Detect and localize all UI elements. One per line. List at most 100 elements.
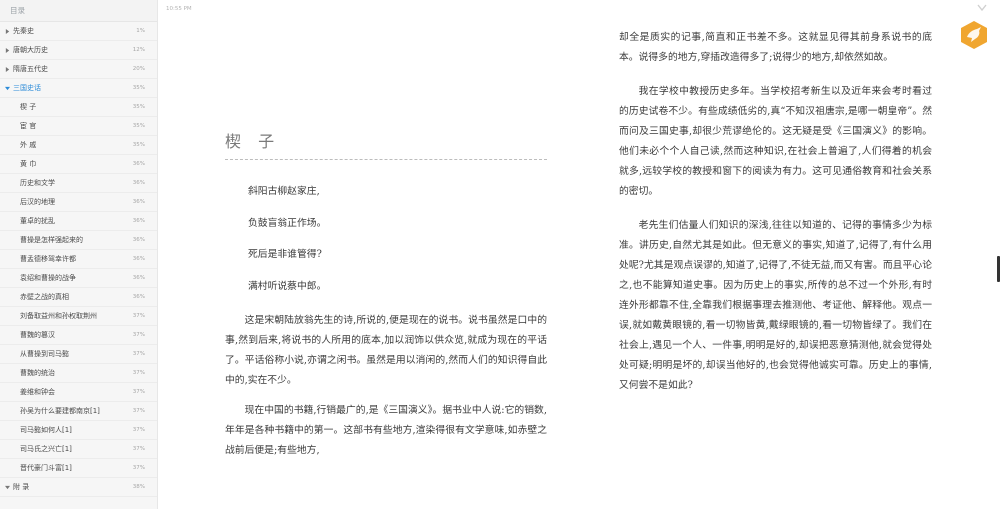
toc-sidebar: 目录 先秦史 1% 唐朝大历史 12% 隋唐五代史 20% 三国史话 35% 楔 子 35% 宦 官… — [0, 0, 158, 509]
toc-item-progress: 20% — [132, 66, 145, 72]
bird-book-icon[interactable] — [960, 20, 988, 50]
toc-item-progress: 36% — [132, 237, 145, 243]
toc-item-label: 姜维和钟会 — [20, 388, 55, 396]
toc-item-progress: 37% — [132, 313, 145, 319]
toc-item-label: 袁绍和曹操的战争 — [20, 274, 76, 282]
toc-item[interactable]: 孙吴为什么要建都南京[1] 37% — [0, 402, 157, 421]
toc-item[interactable]: 楔 子 35% — [0, 98, 157, 117]
caret-right-icon[interactable] — [3, 47, 11, 53]
toc-item[interactable]: 董卓的扰乱 36% — [0, 212, 157, 231]
toc-item[interactable]: 姜维和钟会 37% — [0, 383, 157, 402]
toc-item[interactable]: 晋代豪门斗富[1] 37% — [0, 459, 157, 478]
toc-item-label: 曹孟德移驾幸许都 — [20, 255, 76, 263]
toc-item-label: 刘备取益州和孙权取荆州 — [20, 312, 97, 320]
poem: 斜阳古柳赵家庄, 负鼓盲翁正作场。 死后是非谁管得? 满村听说蔡中郎。 — [225, 183, 547, 309]
toc-item-progress: 37% — [132, 408, 145, 414]
toc-item-label: 董卓的扰乱 — [20, 217, 55, 225]
toc-item-label: 赤壁之战的真相 — [20, 293, 69, 301]
toc-item-label: 后汉的地理 — [20, 198, 55, 206]
toc-item[interactable]: 曹操是怎样强起来的 36% — [0, 231, 157, 250]
toc-item[interactable]: 后汉的地理 36% — [0, 193, 157, 212]
toc-item[interactable]: 曹魏的统治 37% — [0, 364, 157, 383]
toc-item[interactable]: 曹魏的篡汉 37% — [0, 326, 157, 345]
chapter-title: 楔 子 — [225, 128, 547, 160]
body-paragraph: 现在中国的书籍,行销最广的,是《三国演义》。据书业中人说:它的销数,年年是各种书… — [225, 405, 547, 456]
toc-item[interactable]: 曹孟德移驾幸许都 36% — [0, 250, 157, 269]
toc-item[interactable]: 附 录 38% — [0, 478, 157, 497]
toc-item[interactable]: 黄 巾 36% — [0, 155, 157, 174]
toc-item-label: 隋唐五代史 — [13, 65, 48, 73]
toc-item-progress: 37% — [132, 351, 145, 357]
poem-line: 死后是非谁管得? — [248, 249, 322, 260]
body-paragraph: 却全是质实的记事,简直和正书差不多。这就显见得其前身系说书的底本。说得多的地方,… — [619, 32, 932, 63]
toc-item-progress: 37% — [132, 332, 145, 338]
toc-item-label: 唐朝大历史 — [13, 46, 48, 54]
toc-item-progress: 36% — [132, 294, 145, 300]
toc-item-label: 三国史话 — [13, 84, 41, 92]
toc-item[interactable]: 司马懿如何人[1] 37% — [0, 421, 157, 440]
toc-item[interactable]: 司马氏之兴亡[1] 37% — [0, 440, 157, 459]
left-page: 楔 子 斜阳古柳赵家庄, 负鼓盲翁正作场。 死后是非谁管得? 满村听说蔡中郎。 … — [225, 128, 547, 461]
toc-item-progress: 12% — [132, 47, 145, 53]
toc-item[interactable]: 外 戚 35% — [0, 136, 157, 155]
toc-item-progress: 36% — [132, 161, 145, 167]
toc-item-label: 黄 巾 — [20, 160, 37, 168]
toc-item-label: 司马氏之兴亡[1] — [20, 445, 72, 453]
toc-item-progress: 37% — [132, 446, 145, 452]
right-page: 却全是质实的记事,简直和正书差不多。这就显见得其前身系说书的底本。说得多的地方,… — [619, 28, 932, 396]
toc-item-label: 外 戚 — [20, 141, 37, 149]
toc-item-label: 楔 子 — [20, 103, 37, 111]
toc-item-label: 历史和文学 — [20, 179, 55, 187]
toc-item-label: 先秦史 — [13, 27, 34, 35]
body-paragraph: 老先生们估量人们知识的深浅,往往以知道的、记得的事情多少为标准。讲历史,自然尤其… — [619, 220, 932, 391]
chevron-down-icon[interactable] — [977, 4, 987, 12]
toc-item-label: 从曹操到司马懿 — [20, 350, 69, 358]
toc-item-progress: 36% — [132, 256, 145, 262]
toc-item[interactable]: 三国史话 35% — [0, 79, 157, 98]
toc-item-progress: 36% — [132, 199, 145, 205]
toc-item-progress: 37% — [132, 389, 145, 395]
reader-pane: 10:55 PM 楔 子 斜阳古柳赵家庄, 负鼓盲翁正作场。 死后是非谁管得? … — [159, 0, 1000, 509]
toc-item[interactable]: 刘备取益州和孙权取荆州 37% — [0, 307, 157, 326]
toc-item[interactable]: 唐朝大历史 12% — [0, 41, 157, 60]
toc-item-progress: 36% — [132, 218, 145, 224]
caret-down-icon[interactable] — [3, 485, 11, 490]
toc-item-progress: 1% — [136, 28, 145, 34]
caret-down-icon[interactable] — [3, 86, 11, 91]
toc-item-label: 宦 官 — [20, 122, 37, 130]
poem-line: 负鼓盲翁正作场。 — [248, 217, 327, 229]
body-paragraph: 我在学校中教授历史多年。当学校招考新生以及近年来会考时看过的历史试卷不少。有些成… — [619, 86, 932, 197]
caret-right-icon[interactable] — [3, 66, 11, 72]
toc-item-progress: 37% — [132, 465, 145, 471]
toc-item-label: 曹魏的统治 — [20, 369, 55, 377]
toc-item-progress: 36% — [132, 275, 145, 281]
toc-item-label: 曹操是怎样强起来的 — [20, 236, 83, 244]
toc-item[interactable]: 历史和文学 36% — [0, 174, 157, 193]
toc-item-progress: 38% — [132, 484, 145, 490]
toc-header: 目录 — [0, 0, 157, 22]
body-paragraph: 这是宋朝陆放翁先生的诗,所说的,便是现在的说书。说书虽然是口中的事,然到后来,将… — [225, 315, 547, 386]
toc-item-label: 附 录 — [13, 483, 30, 491]
toc-item-label: 晋代豪门斗富[1] — [20, 464, 72, 472]
toc-item-progress: 35% — [132, 123, 145, 129]
toc-item[interactable]: 先秦史 1% — [0, 22, 157, 41]
toc-item[interactable]: 宦 官 35% — [0, 117, 157, 136]
toc-item-progress: 37% — [132, 370, 145, 376]
toc-item-label: 孙吴为什么要建都南京[1] — [20, 407, 100, 415]
toc-item[interactable]: 隋唐五代史 20% — [0, 60, 157, 79]
toc-item-progress: 37% — [132, 427, 145, 433]
poem-line: 斜阳古柳赵家庄, — [248, 186, 320, 197]
toc-item-progress: 35% — [132, 85, 145, 91]
clock-time: 10:55 PM — [166, 6, 192, 12]
toc-item-progress: 35% — [132, 104, 145, 110]
toc-list: 先秦史 1% 唐朝大历史 12% 隋唐五代史 20% 三国史话 35% 楔 子 35% 宦 官 35%… — [0, 22, 157, 497]
poem-line: 满村听说蔡中郎。 — [248, 280, 327, 292]
toc-item-label: 司马懿如何人[1] — [20, 426, 72, 434]
toc-item[interactable]: 赤壁之战的真相 36% — [0, 288, 157, 307]
toc-item-progress: 35% — [132, 142, 145, 148]
toc-item[interactable]: 从曹操到司马懿 37% — [0, 345, 157, 364]
toc-item-label: 曹魏的篡汉 — [20, 331, 55, 339]
toc-item-progress: 36% — [132, 180, 145, 186]
toc-item[interactable]: 袁绍和曹操的战争 36% — [0, 269, 157, 288]
caret-right-icon[interactable] — [3, 28, 11, 34]
